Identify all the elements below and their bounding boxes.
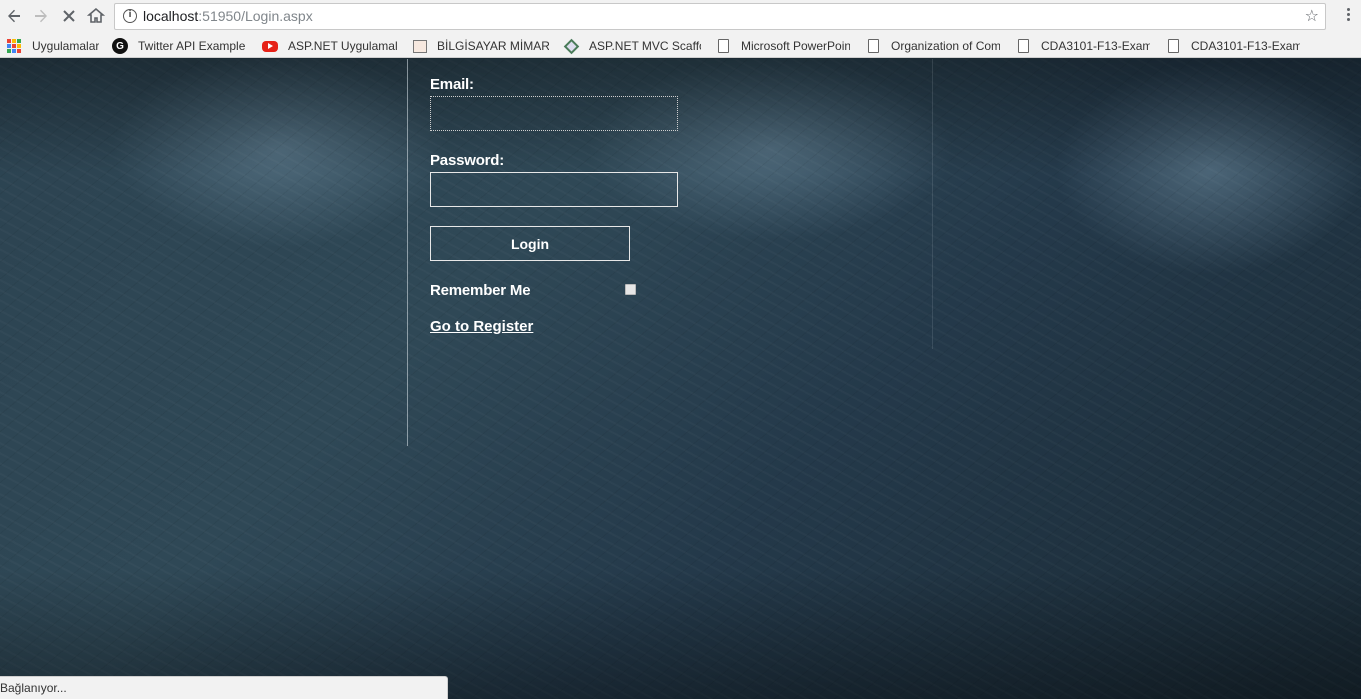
bookmark-label: Microsoft PowerPoin	[741, 39, 850, 53]
email-field[interactable]	[430, 96, 678, 131]
bookmark-aspnet-mvc[interactable]: ASP.NET MVC Scaffo	[563, 37, 701, 55]
bookmark-label: CDA3101-F13-Exam2	[1041, 39, 1150, 53]
bookmark-label: Organization of Com	[891, 39, 1000, 53]
stop-loading-icon[interactable]	[58, 5, 80, 27]
bookmark-label: BİLGİSAYAR MİMARİ	[437, 39, 549, 53]
book-icon	[413, 39, 427, 53]
login-page: Email: Password: Login Remember Me Go to…	[0, 59, 1361, 699]
bookmark-label: CDA3101-F13-Exam	[1191, 39, 1300, 53]
bookmark-label: ASP.NET Uygulamalı	[288, 39, 398, 53]
bookmark-aspnet-uygulamali[interactable]: ASP.NET Uygulamalı	[262, 37, 398, 55]
bookmarks-bar: Uygulamalar G Twitter API Example ASP.NE…	[0, 33, 1361, 58]
url-text[interactable]: localhost:51950/Login.aspx	[143, 8, 313, 24]
remember-me-label: Remember Me	[430, 282, 531, 299]
home-icon[interactable]	[85, 5, 107, 27]
browser-menu-icon[interactable]	[1347, 8, 1351, 24]
bookmark-star-icon[interactable]: ☆	[1305, 6, 1319, 25]
panel-divider	[407, 59, 408, 446]
apps-grid-icon	[6, 38, 22, 54]
password-label: Password:	[430, 152, 505, 169]
document-icon	[867, 39, 879, 53]
address-bar[interactable]: i localhost:51950/Login.aspx ☆	[114, 3, 1326, 30]
document-icon	[1167, 39, 1179, 53]
bookmark-apps[interactable]: Uygulamalar	[6, 37, 99, 55]
bookmark-label: Uygulamalar	[32, 39, 100, 53]
bookmark-label: Twitter API Example	[138, 39, 246, 53]
bookmark-twitter-api[interactable]: G Twitter API Example	[112, 37, 252, 55]
document-icon	[717, 39, 729, 53]
status-bubble: Bağlanıyor...	[0, 676, 448, 699]
panel-divider-faint	[932, 59, 933, 349]
youtube-icon	[262, 40, 278, 52]
bookmark-cda3101-exam2[interactable]: CDA3101-F13-Exam2	[1015, 37, 1150, 55]
bookmark-bilgisayar-mimari[interactable]: BİLGİSAYAR MİMARİ	[413, 37, 549, 55]
document-icon	[1017, 39, 1029, 53]
url-path: :51950/Login.aspx	[198, 8, 313, 24]
bookmark-label: ASP.NET MVC Scaffo	[589, 39, 701, 53]
go-to-register-link[interactable]: Go to Register	[430, 318, 533, 335]
forward-arrow-icon[interactable]	[30, 5, 52, 27]
remember-me-checkbox[interactable]	[625, 284, 636, 295]
bookmark-powerpoint[interactable]: Microsoft PowerPoin	[715, 37, 850, 55]
g-logo-icon: G	[112, 38, 128, 54]
back-arrow-icon[interactable]	[3, 5, 25, 27]
diamond-icon	[563, 38, 579, 54]
password-field[interactable]	[430, 172, 678, 207]
bookmark-organization[interactable]: Organization of Com	[865, 37, 1000, 55]
site-info-icon[interactable]: i	[123, 9, 137, 23]
email-label: Email:	[430, 76, 474, 93]
url-host: localhost	[143, 8, 199, 24]
browser-toolbar: i localhost:51950/Login.aspx ☆	[0, 0, 1361, 33]
login-button[interactable]: Login	[430, 226, 630, 261]
bookmark-cda3101-exam[interactable]: CDA3101-F13-Exam	[1165, 37, 1300, 55]
